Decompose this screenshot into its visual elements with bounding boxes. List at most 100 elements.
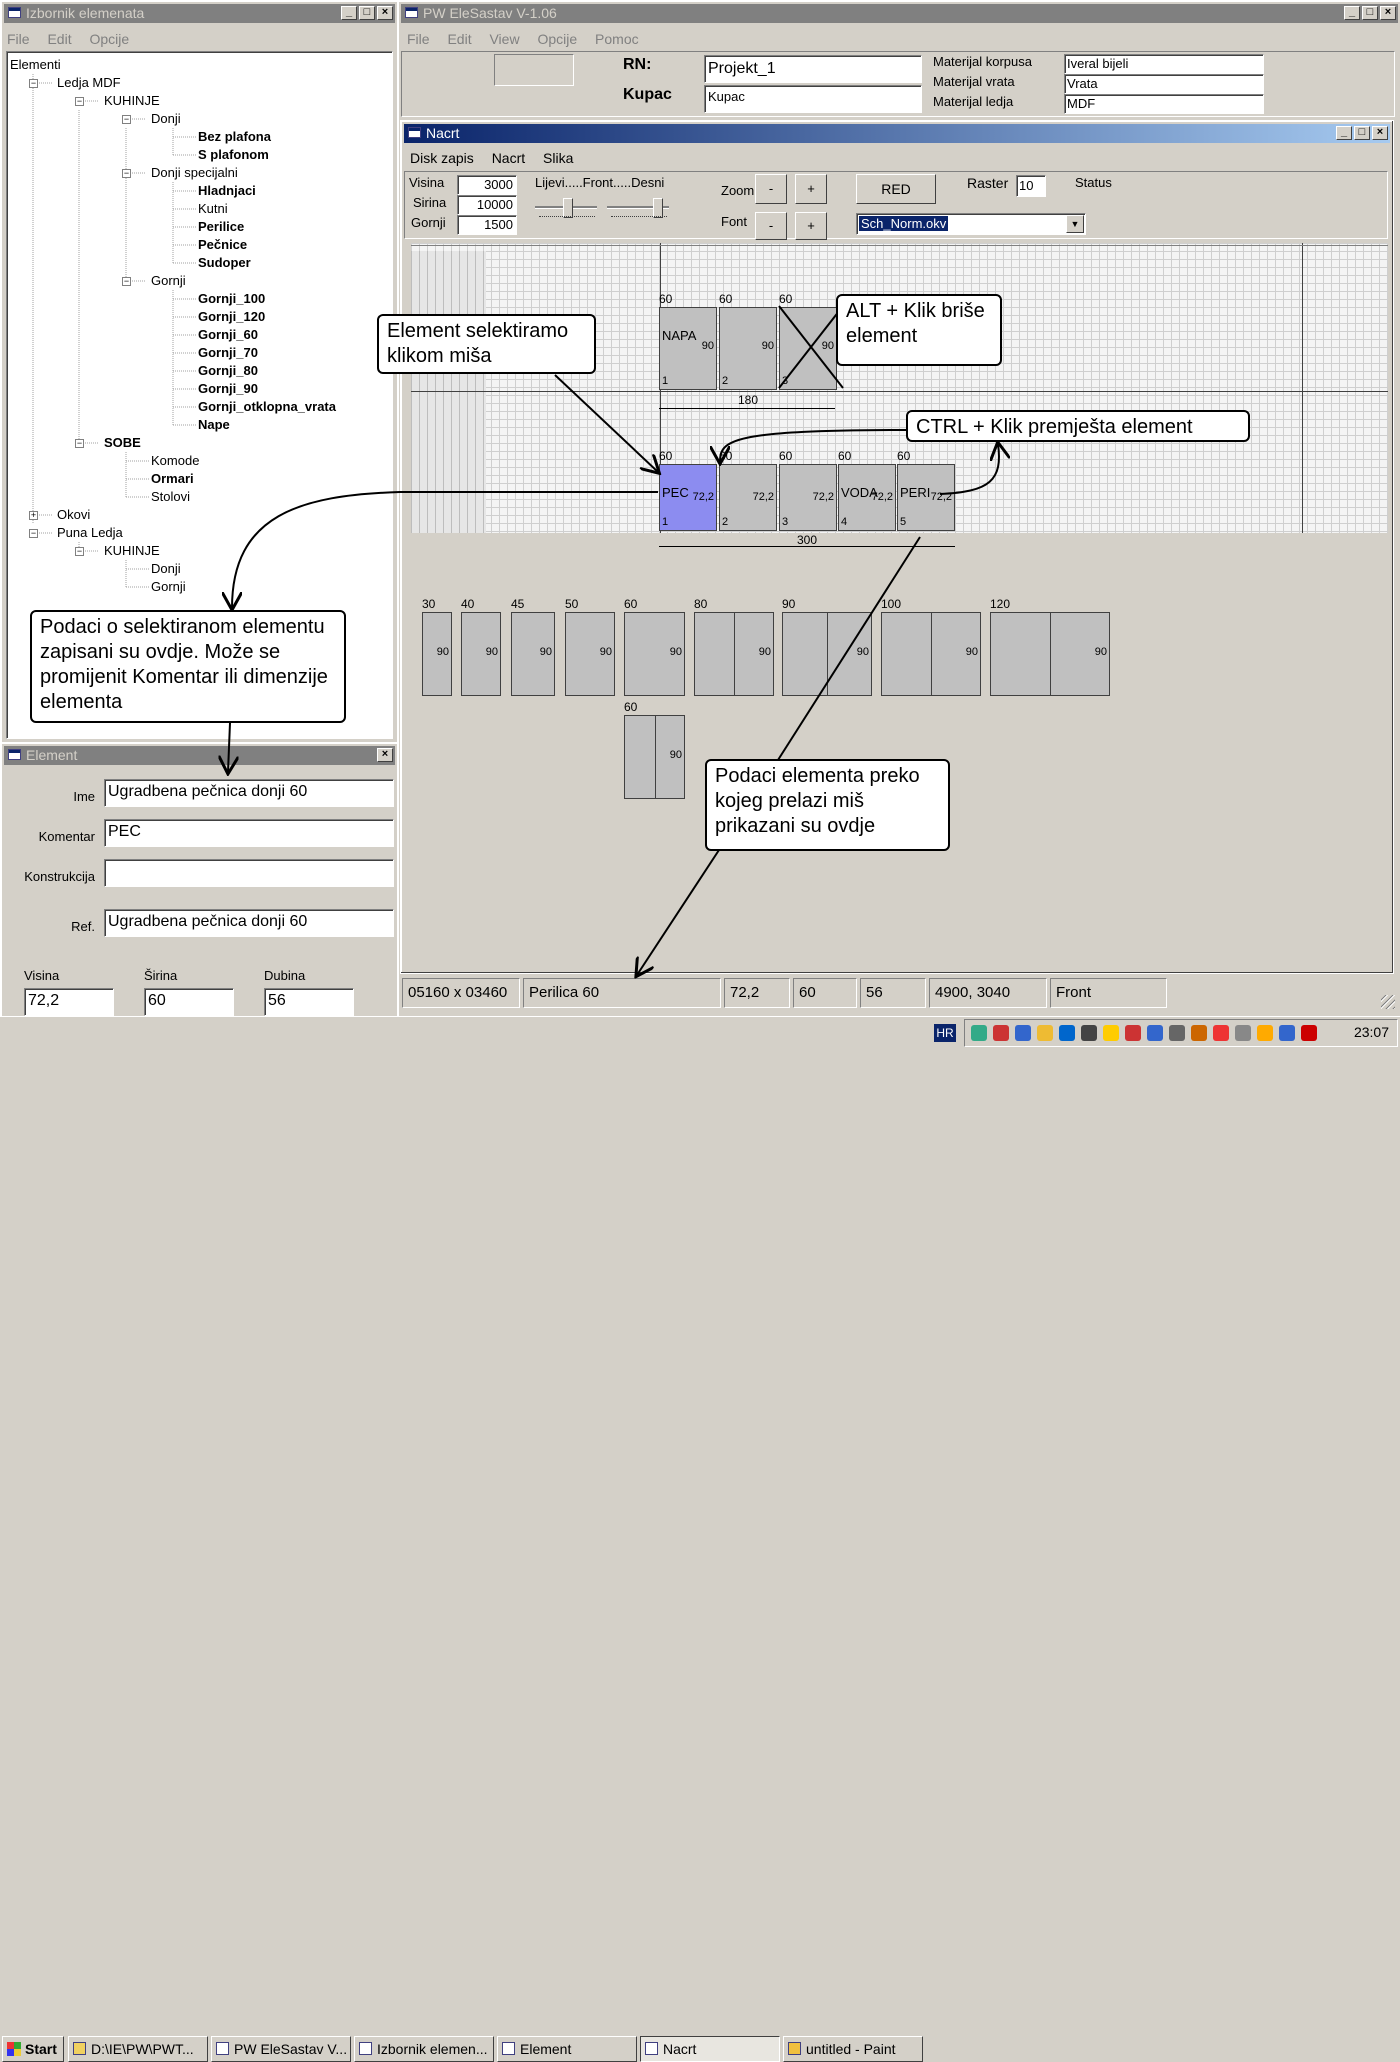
- tree-node[interactable]: Gornji_70: [198, 345, 258, 360]
- font-plus-button[interactable]: +: [795, 212, 827, 240]
- collapse-icon[interactable]: −: [122, 277, 131, 286]
- maximize-button[interactable]: □: [359, 6, 375, 20]
- tree-node[interactable]: Puna Ledja: [57, 525, 123, 540]
- cabinet[interactable]: 90: [511, 612, 555, 696]
- tree-node[interactable]: KUHINJE: [104, 543, 160, 558]
- tree-node[interactable]: S plafonom: [198, 147, 269, 162]
- menu-slika[interactable]: Slika: [543, 150, 573, 166]
- kupac-field[interactable]: Kupac: [704, 85, 922, 113]
- tree-node[interactable]: KUHINJE: [104, 93, 160, 108]
- cabinet[interactable]: PERI 5 72,2: [897, 464, 955, 531]
- tree-node[interactable]: Perilice: [198, 219, 244, 234]
- komentar-field[interactable]: PEC: [104, 819, 394, 847]
- tree-node[interactable]: Stolovi: [151, 489, 190, 504]
- zoom-minus-button[interactable]: -: [755, 174, 787, 204]
- menu-pomoc[interactable]: Pomoc: [595, 31, 639, 47]
- minimize-button[interactable]: _: [1344, 6, 1360, 20]
- menu-disk-zapis[interactable]: Disk zapis: [410, 150, 474, 166]
- collapse-icon[interactable]: −: [122, 169, 131, 178]
- tree-node[interactable]: Donji: [151, 561, 181, 576]
- slider-thumb[interactable]: [653, 198, 663, 218]
- zoom-plus-button[interactable]: +: [795, 174, 827, 204]
- tree-node[interactable]: Gornji_60: [198, 327, 258, 342]
- task-paint[interactable]: untitled - Paint: [783, 2036, 923, 2062]
- expand-icon[interactable]: +: [29, 511, 38, 520]
- tray-app-icon[interactable]: [1147, 1025, 1163, 1041]
- resize-grip-icon[interactable]: [1381, 995, 1395, 1009]
- cabinet[interactable]: 2 72,2: [719, 464, 777, 531]
- ime-field[interactable]: Ugradbena pečnica donji 60: [104, 779, 394, 807]
- tray-app-icon[interactable]: [1037, 1025, 1053, 1041]
- tree-node[interactable]: Gornji_90: [198, 381, 258, 396]
- menu-nacrt[interactable]: Nacrt: [492, 150, 525, 166]
- mat-ledja-field[interactable]: MDF: [1064, 94, 1264, 114]
- cabinet[interactable]: 3 90: [779, 307, 837, 390]
- style-combo[interactable]: Sch_Norm.okv ▼: [856, 213, 1086, 235]
- menu-file[interactable]: File: [407, 31, 430, 47]
- tree-node[interactable]: Gornji_100: [198, 291, 265, 306]
- menu-opcije[interactable]: Opcije: [89, 31, 129, 47]
- cabinet[interactable]: 90: [782, 612, 872, 696]
- tree-node[interactable]: Okovi: [57, 507, 90, 522]
- cabinet[interactable]: 90: [624, 612, 685, 696]
- cabinet[interactable]: 90: [461, 612, 501, 696]
- tray-app-icon[interactable]: [1103, 1025, 1119, 1041]
- font-minus-button[interactable]: -: [755, 212, 787, 240]
- cabinet[interactable]: 90: [881, 612, 981, 696]
- tree-node[interactable]: Gornji: [151, 579, 186, 594]
- task-element[interactable]: Element: [497, 2036, 637, 2062]
- minimize-button[interactable]: _: [1336, 126, 1352, 140]
- tray-app-icon[interactable]: [1169, 1025, 1185, 1041]
- cabinet[interactable]: 90: [624, 715, 685, 799]
- tray-app-icon[interactable]: [1059, 1025, 1075, 1041]
- tray-app-icon[interactable]: [971, 1025, 987, 1041]
- collapse-icon[interactable]: −: [75, 547, 84, 556]
- tree-node[interactable]: Gornji_otklopna_vrata: [198, 399, 336, 414]
- menu-file[interactable]: File: [7, 31, 30, 47]
- tray-app-icon[interactable]: [1191, 1025, 1207, 1041]
- start-button[interactable]: Start: [2, 2036, 64, 2062]
- izbornik-titlebar[interactable]: Izbornik elemenata _ □ ×: [4, 4, 395, 23]
- cabinet[interactable]: 2 90: [719, 307, 777, 390]
- tree-node[interactable]: Komode: [151, 453, 199, 468]
- tree-node[interactable]: Donji specijalni: [151, 165, 238, 180]
- minimize-button[interactable]: _: [341, 6, 357, 20]
- cabinet[interactable]: PEC 1 72,2: [659, 464, 717, 531]
- tray-app-icon[interactable]: [1125, 1025, 1141, 1041]
- tray-app-icon[interactable]: [993, 1025, 1009, 1041]
- tree-node[interactable]: Hladnjaci: [198, 183, 256, 198]
- main-titlebar[interactable]: PW EleSastav V-1.06 _ □ ×: [401, 4, 1398, 23]
- cabinet[interactable]: 90: [565, 612, 615, 696]
- tree-node[interactable]: Pečnice: [198, 237, 247, 252]
- slider-left[interactable]: [535, 196, 597, 220]
- ref-field[interactable]: Ugradbena pečnica donji 60: [104, 909, 394, 937]
- tray-app-icon[interactable]: [1279, 1025, 1295, 1041]
- tree-node[interactable]: Gornji_120: [198, 309, 265, 324]
- tray-app-icon[interactable]: [1257, 1025, 1273, 1041]
- slider-right[interactable]: [607, 196, 669, 220]
- close-button[interactable]: ×: [1380, 6, 1396, 20]
- nacrt-titlebar[interactable]: Nacrt _ □ ×: [404, 124, 1390, 143]
- task-izbornik[interactable]: Izbornik elemen...: [354, 2036, 494, 2062]
- collapse-icon[interactable]: −: [75, 439, 84, 448]
- close-button[interactable]: ×: [377, 748, 393, 762]
- tree-node[interactable]: Donji: [151, 111, 181, 126]
- cabinet[interactable]: 90: [422, 612, 452, 696]
- tree-node[interactable]: Bez plafona: [198, 129, 271, 144]
- mat-vrata-field[interactable]: Vrata: [1064, 74, 1264, 94]
- sirina-field[interactable]: 60: [144, 988, 234, 1016]
- mat-korpusa-field[interactable]: Iveral bijeli: [1064, 54, 1264, 74]
- tray-app-icon[interactable]: [1301, 1025, 1317, 1041]
- tray-app-icon[interactable]: [1235, 1025, 1251, 1041]
- collapse-icon[interactable]: −: [29, 79, 38, 88]
- tree-node[interactable]: Kutni: [198, 201, 228, 216]
- collapse-icon[interactable]: −: [122, 115, 131, 124]
- tree-node[interactable]: Nape: [198, 417, 230, 432]
- cabinet[interactable]: 3 72,2: [779, 464, 837, 531]
- menu-opcije[interactable]: Opcije: [537, 31, 577, 47]
- tree-node[interactable]: Gornji_80: [198, 363, 258, 378]
- tray-app-icon[interactable]: [1213, 1025, 1229, 1041]
- collapse-icon[interactable]: −: [75, 97, 84, 106]
- red-button[interactable]: RED: [856, 174, 936, 204]
- close-button[interactable]: ×: [377, 6, 393, 20]
